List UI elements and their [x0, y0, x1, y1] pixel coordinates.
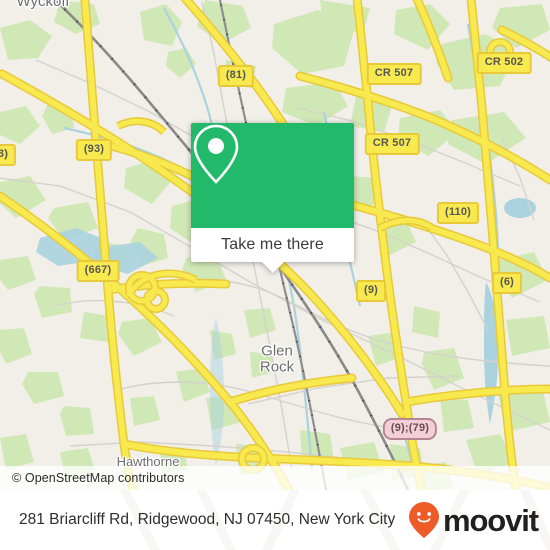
footer-bar: 281 Briarcliff Rd, Ridgewood, NJ 07450, …	[0, 490, 550, 550]
callout-tail	[261, 262, 284, 273]
osm-attribution-text[interactable]: © OpenStreetMap contributors	[0, 471, 185, 485]
moovit-logo[interactable]: moovit	[408, 501, 539, 539]
road-shield-cr-502: CR 502	[476, 52, 532, 74]
road-shield-93: (93)	[75, 139, 113, 161]
callout-action-panel[interactable]: Take me there	[191, 228, 354, 273]
road-shield-clipped-left: 3)	[0, 144, 17, 166]
road-shield-cr-507-lower: CR 507	[364, 133, 420, 155]
map-screen: Wyckoff Glen Rock Hawthorne (93) (81) 3)…	[0, 0, 550, 550]
address-text: 281 Briarcliff Rd, Ridgewood, NJ 07450, …	[19, 510, 396, 528]
road-shield-cr-507-upper: CR 507	[366, 63, 422, 85]
road-shield-667: (667)	[76, 260, 120, 282]
map-canvas[interactable]: Wyckoff Glen Rock Hawthorne (93) (81) 3)…	[0, 0, 550, 490]
map-attribution-bar: © OpenStreetMap contributors	[0, 466, 550, 490]
map-pin-icon	[193, 124, 239, 184]
callout-pin-panel	[191, 123, 354, 228]
road-shield-110: (110)	[436, 202, 480, 224]
road-shield-6: (6)	[491, 272, 523, 294]
moovit-pin-icon	[408, 502, 439, 538]
location-callout[interactable]: Take me there	[191, 123, 354, 273]
road-shield-81: (81)	[217, 65, 255, 87]
moovit-wordmark: moovit	[442, 502, 539, 538]
take-me-there-label: Take me there	[221, 236, 324, 253]
road-shield-9-79: (9);(79)	[382, 418, 438, 440]
road-shield-9: (9)	[355, 280, 387, 302]
